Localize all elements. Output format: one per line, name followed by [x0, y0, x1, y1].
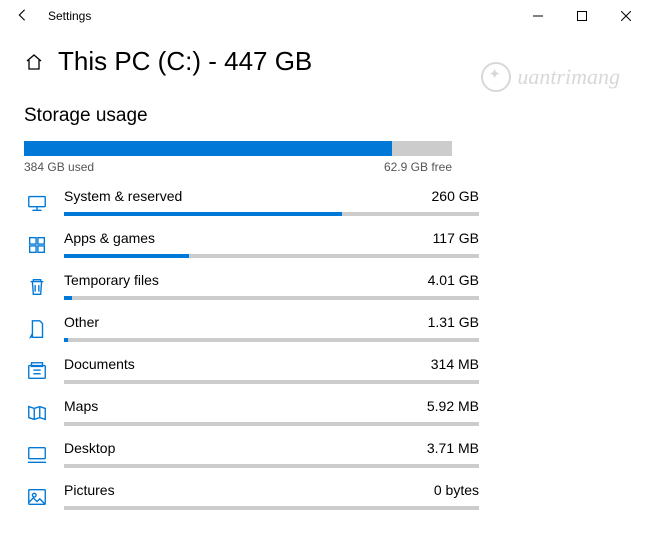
category-list: System & reserved 260 GB Apps & games 117 G…	[24, 188, 626, 510]
apps-icon	[24, 232, 50, 258]
category-body: Desktop 3.71 MB	[64, 440, 479, 468]
category-name: Other	[64, 314, 99, 330]
category-header: System & reserved 260 GB	[64, 188, 479, 204]
category-bar	[64, 422, 479, 426]
category-header: Apps & games 117 GB	[64, 230, 479, 246]
home-icon[interactable]	[24, 52, 44, 72]
storage-total-bar	[24, 141, 452, 156]
category-size: 117 GB	[433, 230, 479, 246]
category-size: 5.92 MB	[427, 398, 479, 414]
desktop-icon	[24, 442, 50, 468]
category-row[interactable]: Desktop 3.71 MB	[24, 440, 479, 468]
page-header: This PC (C:) - 447 GB	[0, 32, 650, 87]
other-icon	[24, 316, 50, 342]
system-icon	[24, 190, 50, 216]
category-body: Documents 314 MB	[64, 356, 479, 384]
category-bar	[64, 380, 479, 384]
category-header: Temporary files 4.01 GB	[64, 272, 479, 288]
category-fill	[64, 254, 189, 258]
category-row[interactable]: Apps & games 117 GB	[24, 230, 479, 258]
storage-bar-labels: 384 GB used 62.9 GB free	[24, 160, 452, 174]
category-row[interactable]: Maps 5.92 MB	[24, 398, 479, 426]
category-bar	[64, 254, 479, 258]
page-title: This PC (C:) - 447 GB	[58, 46, 312, 77]
window-title: Settings	[42, 9, 516, 23]
trash-icon	[24, 274, 50, 300]
close-button[interactable]	[604, 1, 648, 31]
category-bar	[64, 338, 479, 342]
category-name: Temporary files	[64, 272, 159, 288]
category-size: 4.01 GB	[428, 272, 479, 288]
category-body: Pictures 0 bytes	[64, 482, 479, 510]
titlebar: Settings	[0, 0, 650, 32]
category-bar	[64, 212, 479, 216]
category-bar	[64, 506, 479, 510]
category-name: System & reserved	[64, 188, 182, 204]
category-size: 314 MB	[431, 356, 479, 372]
category-name: Desktop	[64, 440, 115, 456]
category-bar	[64, 464, 479, 468]
category-body: Temporary files 4.01 GB	[64, 272, 479, 300]
category-size: 3.71 MB	[427, 440, 479, 456]
category-bar	[64, 296, 479, 300]
used-label: 384 GB used	[24, 160, 94, 174]
storage-section-title: Storage usage	[24, 105, 626, 127]
category-header: Documents 314 MB	[64, 356, 479, 372]
category-size: 260 GB	[432, 188, 479, 204]
content-area: Storage usage 384 GB used 62.9 GB free S…	[0, 87, 650, 510]
category-fill	[64, 338, 68, 342]
maximize-button[interactable]	[560, 1, 604, 31]
category-fill	[64, 212, 342, 216]
category-name: Documents	[64, 356, 135, 372]
minimize-button[interactable]	[516, 1, 560, 31]
category-body: Apps & games 117 GB	[64, 230, 479, 258]
category-header: Other 1.31 GB	[64, 314, 479, 330]
category-body: Other 1.31 GB	[64, 314, 479, 342]
category-header: Desktop 3.71 MB	[64, 440, 479, 456]
category-row[interactable]: Documents 314 MB	[24, 356, 479, 384]
category-name: Pictures	[64, 482, 115, 498]
category-body: System & reserved 260 GB	[64, 188, 479, 216]
category-body: Maps 5.92 MB	[64, 398, 479, 426]
category-name: Apps & games	[64, 230, 155, 246]
category-header: Maps 5.92 MB	[64, 398, 479, 414]
maps-icon	[24, 400, 50, 426]
category-row[interactable]: Other 1.31 GB	[24, 314, 479, 342]
category-row[interactable]: Pictures 0 bytes	[24, 482, 479, 510]
category-fill	[64, 296, 72, 300]
category-header: Pictures 0 bytes	[64, 482, 479, 498]
documents-icon	[24, 358, 50, 384]
category-name: Maps	[64, 398, 98, 414]
category-size: 0 bytes	[434, 482, 479, 498]
category-size: 1.31 GB	[428, 314, 479, 330]
back-button[interactable]	[2, 8, 42, 25]
category-row[interactable]: Temporary files 4.01 GB	[24, 272, 479, 300]
storage-used-fill	[24, 141, 392, 156]
category-row[interactable]: System & reserved 260 GB	[24, 188, 479, 216]
free-label: 62.9 GB free	[384, 160, 452, 174]
pictures-icon	[24, 484, 50, 510]
